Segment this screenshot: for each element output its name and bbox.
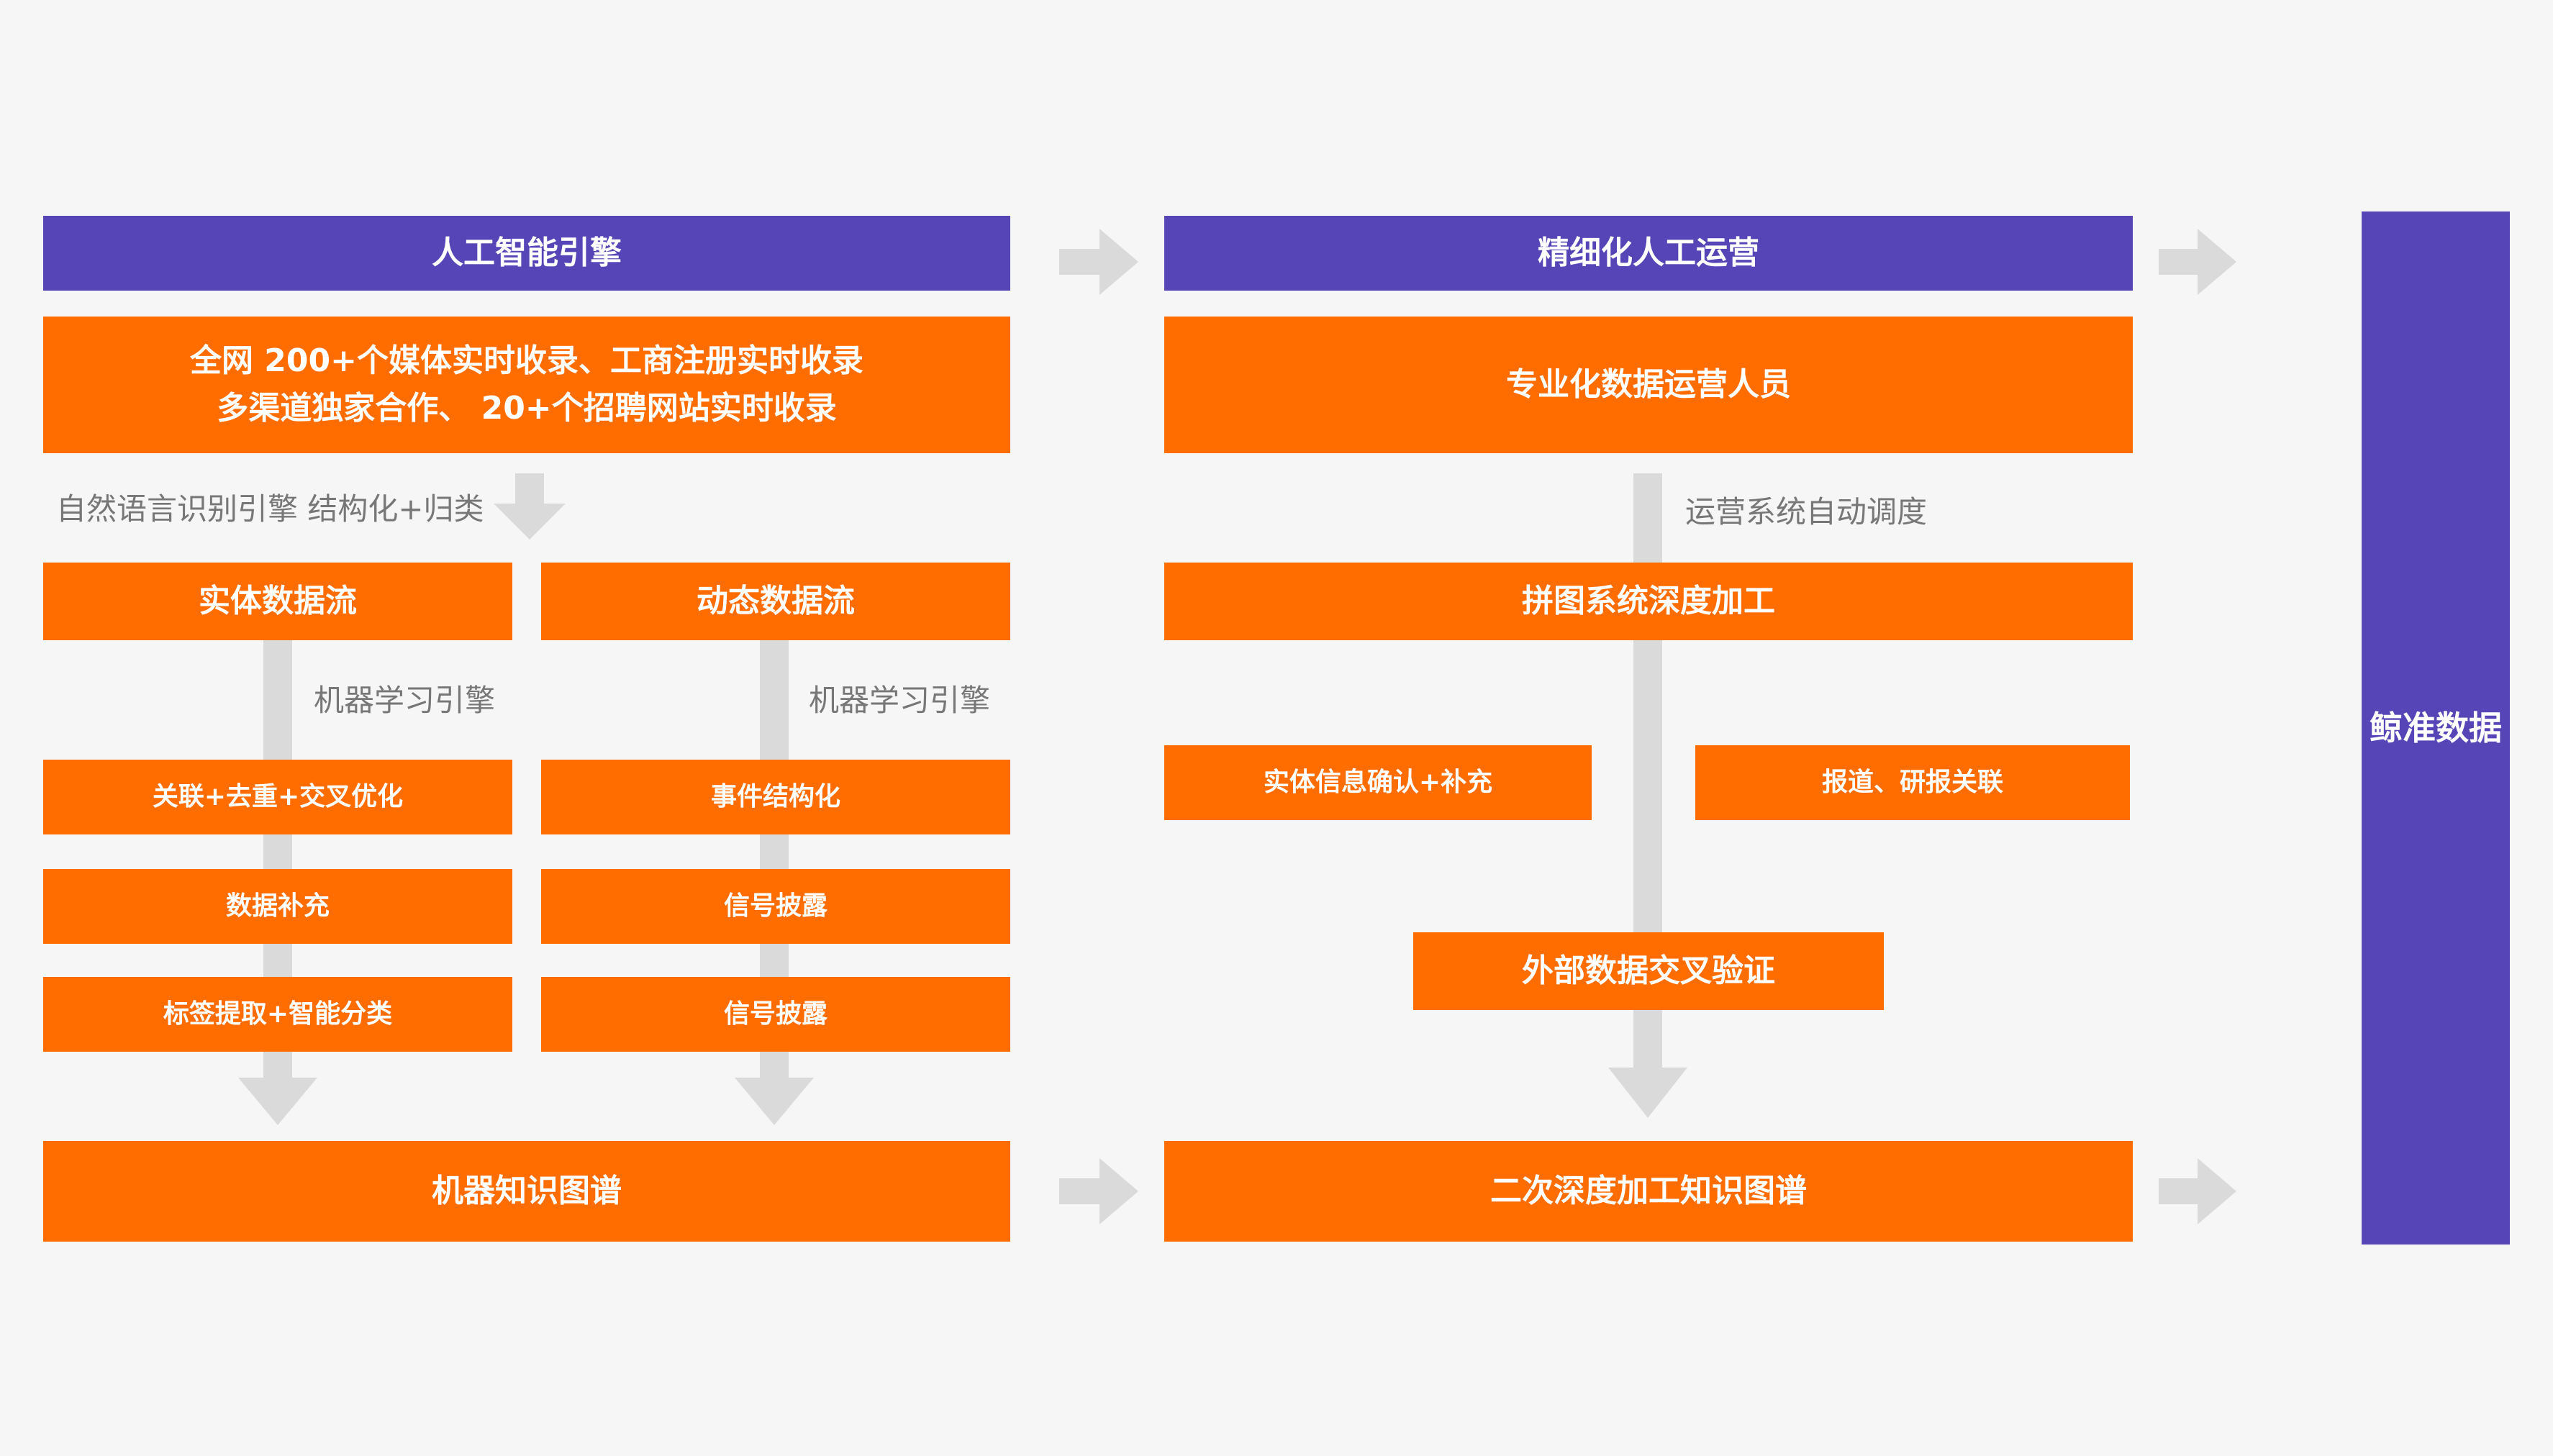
dynamic-stream-title: 动态数据流 [697, 583, 855, 619]
cross-verify-box: 外部数据交叉验证 [1413, 932, 1884, 1010]
entity-confirm-box: 实体信息确认+补充 [1164, 745, 1592, 820]
nlp-connector [515, 473, 544, 505]
ai-engine-header: 人工智能引擎 [43, 216, 1010, 291]
right-arrow-icon [2159, 1158, 2236, 1224]
entity-stream-title: 实体数据流 [199, 583, 357, 619]
dynamic-step-3: 信号披露 [723, 999, 827, 1029]
final-data-box: 鲸准数据 [2362, 211, 2510, 1245]
scheduling-label: 运营系统自动调度 [1685, 494, 1928, 529]
entity-confirm: 实体信息确认+补充 [1263, 768, 1493, 797]
dynamic-ml-label: 机器学习引擎 [809, 683, 991, 718]
dynamic-step-box: 事件结构化 [541, 760, 1010, 834]
entity-step-1: 关联+去重+交叉优化 [152, 782, 404, 811]
entity-ml-label: 机器学习引擎 [314, 683, 496, 718]
data-sources-line-1: 全网 200+个媒体实时收录、工商注册实时收录 [189, 342, 864, 379]
ai-engine-title: 人工智能引擎 [432, 235, 622, 271]
entity-step-box: 标签提取+智能分类 [43, 977, 512, 1052]
puzzle-system-box: 拼图系统深度加工 [1164, 563, 2133, 640]
deep-knowledge-graph: 二次深度加工知识图谱 [1490, 1173, 1807, 1209]
entity-step-box: 数据补充 [43, 869, 512, 944]
puzzle-system: 拼图系统深度加工 [1522, 583, 1775, 619]
manual-ops-title: 精细化人工运营 [1538, 235, 1759, 271]
entity-step-2: 数据补充 [225, 891, 330, 921]
dynamic-step-2: 信号披露 [723, 891, 827, 921]
report-link-box: 报道、研报关联 [1695, 745, 2130, 820]
dynamic-step-box: 信号披露 [541, 977, 1010, 1052]
cross-verify: 外部数据交叉验证 [1522, 952, 1775, 989]
machine-knowledge-graph: 机器知识图谱 [432, 1173, 622, 1209]
right-arrow-icon [1059, 1158, 1138, 1224]
machine-knowledge-graph-box: 机器知识图谱 [43, 1141, 1010, 1242]
data-sources-box: 全网 200+个媒体实时收录、工商注册实时收录 多渠道独家合作、 20+个招聘网… [43, 317, 1010, 453]
final-data: 鲸准数据 [2370, 708, 2502, 747]
deep-knowledge-graph-box: 二次深度加工知识图谱 [1164, 1141, 2133, 1242]
entity-step-box: 关联+去重+交叉优化 [43, 760, 512, 834]
data-sources-line-2: 多渠道独家合作、 20+个招聘网站实时收录 [217, 390, 837, 427]
ops-staff: 专业化数据运营人员 [1506, 366, 1791, 403]
nlp-engine-label: 自然语言识别引擎 结构化+归类 [56, 491, 484, 527]
down-arrow-icon [1608, 1068, 1687, 1118]
right-arrow-icon [2159, 229, 2236, 295]
down-arrow-icon [494, 504, 566, 540]
dynamic-step-box: 信号披露 [541, 869, 1010, 944]
dynamic-step-1: 事件结构化 [710, 782, 840, 811]
report-link: 报道、研报关联 [1821, 768, 2003, 797]
entity-stream-title-box: 实体数据流 [43, 563, 512, 640]
down-arrow-icon [238, 1078, 317, 1125]
entity-step-3: 标签提取+智能分类 [163, 999, 393, 1029]
ops-staff-box: 专业化数据运营人员 [1164, 317, 2133, 453]
down-arrow-icon [735, 1078, 814, 1125]
dynamic-stream-title-box: 动态数据流 [541, 563, 1010, 640]
manual-ops-header: 精细化人工运营 [1164, 216, 2133, 291]
right-arrow-icon [1059, 229, 1138, 295]
